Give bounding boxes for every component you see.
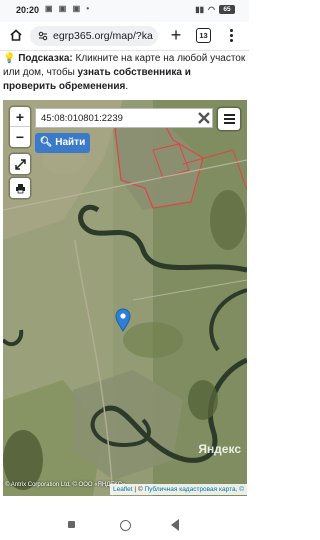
- yandex-logo: Яндекс: [198, 442, 241, 456]
- layers-menu-button[interactable]: [218, 108, 240, 130]
- home-icon[interactable]: [9, 28, 23, 42]
- url-text: egrp365.org/map/?ka: [53, 30, 153, 42]
- wifi-icon: ◠: [208, 5, 215, 14]
- search-panel: 45:08:010801:2239 🔍︎ Найти: [35, 108, 243, 156]
- printer-icon: [15, 183, 25, 193]
- find-button-label: Найти: [55, 137, 86, 148]
- more-menu-icon[interactable]: [226, 27, 236, 45]
- address-bar[interactable]: egrp365.org/map/?ka: [30, 26, 158, 46]
- zoom-control: + −: [10, 107, 30, 147]
- new-tab-button[interactable]: +: [167, 25, 185, 45]
- signal-icon: ▮▮: [195, 5, 205, 14]
- notification-icons: ▣ ▣ ▣ •: [45, 4, 92, 13]
- recents-icon[interactable]: [68, 521, 75, 528]
- zoom-in-button[interactable]: +: [10, 107, 30, 127]
- status-time: 20:20: [16, 5, 40, 15]
- lightbulb-icon: 💡: [3, 53, 16, 64]
- zoom-out-button[interactable]: −: [10, 127, 30, 147]
- print-button[interactable]: [10, 178, 30, 198]
- hint-text: 💡 Подсказка: Кликните на карте на любой …: [3, 52, 246, 94]
- satellite-imagery: [3, 100, 247, 496]
- hint-label: Подсказка:: [18, 53, 73, 64]
- location-marker-icon[interactable]: [115, 308, 131, 332]
- site-info-icon[interactable]: [38, 31, 48, 41]
- clear-icon[interactable]: [197, 111, 211, 125]
- leaflet-link[interactable]: Leaflet: [113, 486, 133, 493]
- system-nav-bar: [0, 510, 249, 540]
- home-nav-icon[interactable]: [120, 520, 131, 531]
- fullscreen-button[interactable]: [10, 154, 30, 174]
- imagery-copyright: © Antrix Corporation Ltd, © OOO «ЯНДЕКС»: [5, 482, 126, 488]
- map-attribution: Leaflet | © Публичная кадастровая карта,…: [110, 484, 247, 495]
- browser-toolbar: egrp365.org/map/?ka + 13: [0, 22, 249, 51]
- attribution-separator: | ©: [132, 486, 145, 493]
- menu-icon: [223, 114, 235, 124]
- back-icon[interactable]: [171, 519, 179, 531]
- hint-end: .: [125, 81, 129, 92]
- battery-icon: 65: [219, 5, 235, 14]
- search-icon: 🔍︎: [39, 137, 53, 148]
- status-bar: 20:20 ▣ ▣ ▣ • ▮▮ ◠ 65: [0, 0, 249, 22]
- public-cadastre-link[interactable]: Публичная кадастровая карта, ©: [144, 486, 244, 493]
- cadastral-search-input[interactable]: 45:08:010801:2239: [35, 108, 213, 128]
- expand-icon: [14, 158, 26, 170]
- map-view[interactable]: + − 45:08:010801:2239 🔍︎ Найти Яндекс © …: [3, 100, 247, 496]
- find-button[interactable]: 🔍︎ Найти: [35, 133, 90, 153]
- status-icons: ▮▮ ◠ 65: [195, 5, 235, 14]
- tab-switcher-button[interactable]: 13: [196, 28, 211, 43]
